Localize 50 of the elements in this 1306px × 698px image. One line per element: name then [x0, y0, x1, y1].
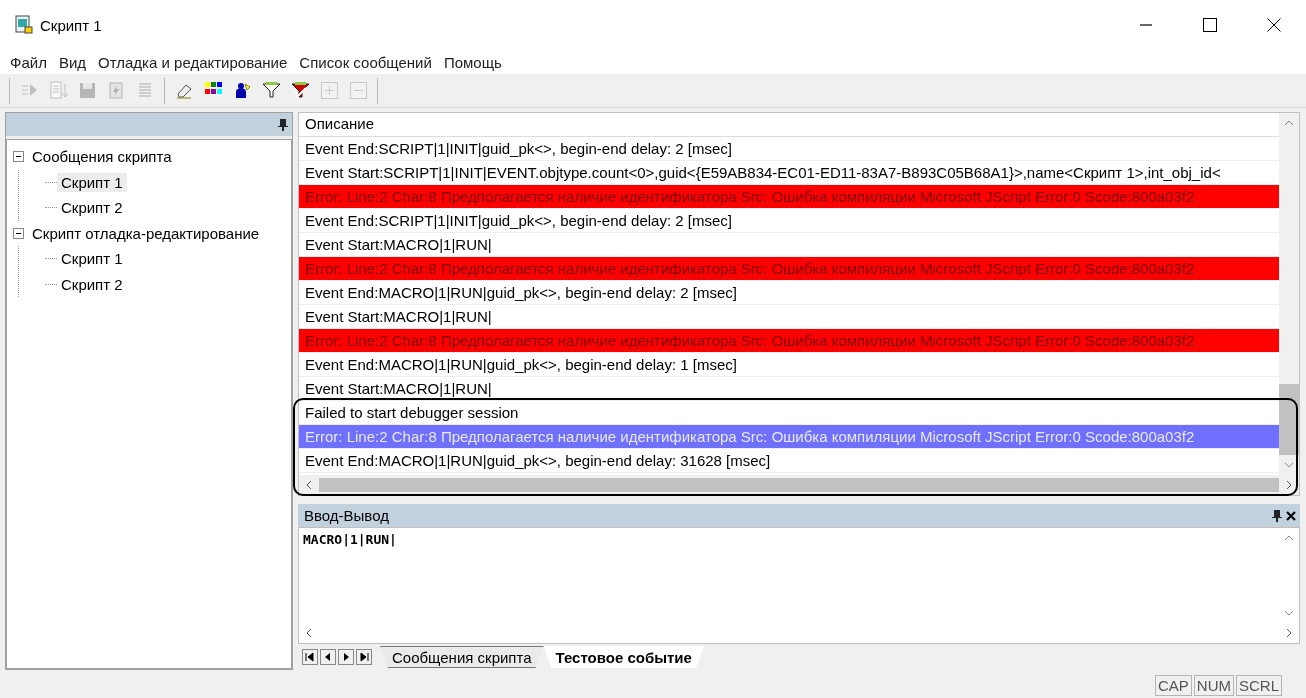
status-indicator: NUM — [1193, 674, 1234, 696]
horizontal-scrollbar[interactable] — [299, 475, 1299, 495]
close-icon — [1267, 18, 1281, 32]
tab-nav-button[interactable] — [320, 649, 336, 665]
message-row[interactable]: Event End:MACRO|1|RUN|guid_pk<>, begin-end delay: 2 [msec] — [299, 281, 1279, 305]
menu-item[interactable]: Отладка и редактирование — [92, 53, 294, 71]
message-row[interactable]: Event End:MACRO|1|RUN|guid_pk<>, begin-end delay: 31628 [msec] — [299, 449, 1279, 473]
message-row[interactable]: Event End:SCRIPT|1|INIT|guid_pk<>, begin-end delay: 2 [msec] — [299, 137, 1279, 161]
collapse-icon[interactable] — [13, 227, 24, 239]
pin-icon — [278, 118, 288, 131]
maximize-icon — [1203, 18, 1217, 32]
message-row[interactable]: Event End:MACRO|1|RUN|guid_pk<>, begin-end delay: 1 [msec] — [299, 353, 1279, 377]
message-row[interactable]: Event End:SCRIPT|1|INIT|guid_pk<>, begin-end delay: 2 [msec] — [299, 209, 1279, 233]
tree-item[interactable]: Скрипт 1 — [57, 172, 127, 192]
menu-item[interactable]: Список сообщений — [293, 53, 438, 71]
tree-item[interactable]: Скрипт отладка-редактирование — [28, 223, 264, 243]
window-title: Скрипт 1 — [40, 16, 103, 34]
tab-nav-button[interactable] — [338, 649, 354, 665]
filter-icon — [260, 80, 282, 101]
plus-icon — [318, 80, 340, 101]
pin-icon — [1272, 509, 1282, 522]
output-field[interactable]: MACRO|1|RUN| — [298, 527, 1300, 644]
tree-item[interactable]: Скрипт 2 — [57, 198, 127, 218]
tab[interactable]: Тестовое событие — [543, 646, 704, 668]
vertical-scrollbar[interactable] — [1279, 113, 1299, 475]
menu-item[interactable]: Файл — [4, 53, 53, 71]
last-icon — [358, 651, 370, 663]
tree-item[interactable]: Сообщения скрипта — [28, 147, 176, 167]
menu-item[interactable]: Помощь — [437, 53, 508, 71]
scroll-thumb[interactable] — [1279, 384, 1299, 455]
app-icon — [14, 15, 34, 35]
tree-item[interactable]: Скрипт 1 — [57, 249, 127, 269]
status-indicator: CAP — [1154, 674, 1192, 696]
filter-check-icon — [289, 80, 311, 101]
tab-nav-button[interactable] — [356, 649, 372, 665]
minimize-icon — [1140, 24, 1152, 26]
tree-item[interactable]: Скрипт 2 — [57, 274, 127, 294]
first-icon — [304, 651, 316, 663]
collapse-icon[interactable] — [13, 151, 24, 163]
list-down-icon — [47, 80, 69, 101]
scroll-thumb[interactable] — [319, 478, 1279, 492]
status-indicator: SCRL — [1236, 674, 1282, 696]
menu-item[interactable]: Вид — [52, 53, 93, 71]
tab[interactable]: Сообщения скрипта — [380, 646, 544, 668]
close-icon[interactable] — [1286, 510, 1296, 521]
message-row[interactable]: Event Start:MACRO|1|RUN| — [299, 377, 1279, 401]
minus-icon — [347, 80, 369, 101]
tab-nav-button[interactable] — [302, 649, 318, 665]
output-text: MACRO|1|RUN| — [302, 531, 398, 549]
pane-title: Ввод-Вывод — [303, 507, 390, 524]
